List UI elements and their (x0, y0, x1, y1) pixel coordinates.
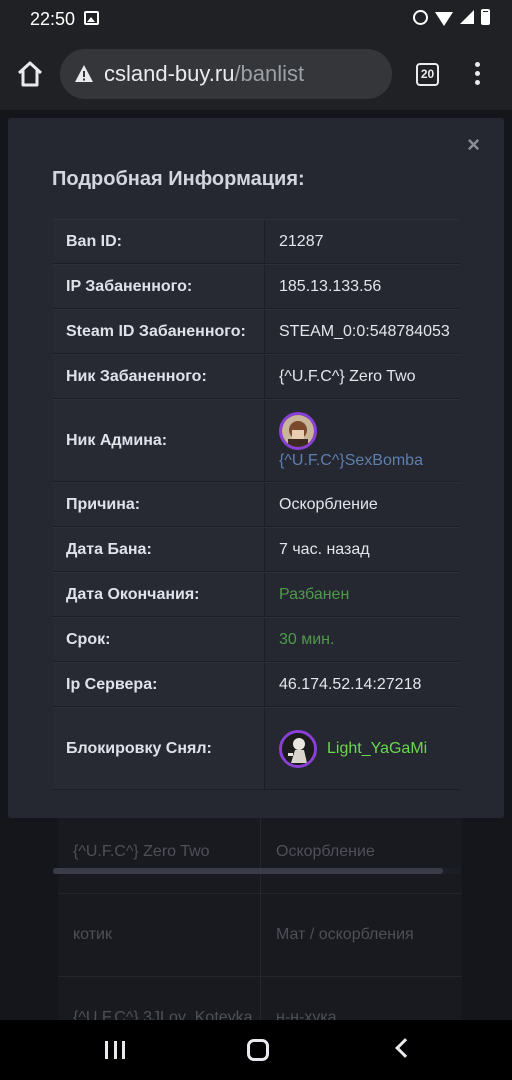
row-value: STEAM_0:0:548784053 (279, 322, 450, 340)
info-row-ban-id: Ban ID: 21287 (53, 219, 460, 264)
row-label: Ник Админа: (53, 400, 265, 481)
row-value: 46.174.52.14:27218 (279, 675, 422, 693)
tab-switcher-button[interactable]: 20 (416, 63, 439, 86)
modal-title: Подробная Информация: (52, 168, 305, 190)
info-row-steam-id: Steam ID Забаненного: STEAM_0:0:54878405… (53, 309, 460, 354)
row-value: 185.13.133.56 (279, 277, 382, 295)
unban-admin-name-link[interactable]: Light_YaGaMi (327, 740, 427, 758)
row-value: 7 час. назад (279, 540, 370, 558)
table-row[interactable]: котик Мат / оскорбления (58, 893, 462, 976)
row-value: 21287 (279, 232, 324, 250)
url-text: csland-buy.ru/banlist (104, 61, 304, 87)
row-label: Ban ID: (53, 220, 265, 263)
avatar-image (282, 732, 314, 765)
admin-avatar[interactable] (279, 411, 317, 450)
admin-name-link[interactable]: {^U.F.C^}SexBomba (279, 452, 423, 470)
recents-button[interactable] (105, 1041, 125, 1059)
table-cell-reason: Мат / оскорбления (260, 894, 462, 976)
address-bar[interactable]: csland-buy.ru/banlist (60, 49, 392, 99)
unban-admin-profile[interactable]: Light_YaGaMi (279, 729, 427, 768)
ban-info-table: Ban ID: 21287 IP Забаненного: 185.13.133… (53, 219, 460, 875)
avatar-image (282, 414, 314, 447)
table-cell-reason: н-н-хука (260, 977, 462, 1020)
table-row[interactable]: {^U.F.C^} 3JLoy_Koteyka н-н-хука (58, 976, 462, 1020)
home-button[interactable] (14, 58, 46, 90)
info-row-server-ip: Ip Сервера: 46.174.52.14:27218 (53, 662, 460, 707)
row-value: {^U.F.C^}SexBomba (265, 400, 460, 481)
alarm-icon (413, 9, 428, 25)
info-row-ip: IP Забаненного: 185.13.133.56 (53, 264, 460, 309)
close-icon[interactable]: × (467, 132, 480, 158)
table-cell-nick: котик (58, 894, 260, 976)
row-label: Срок: (53, 618, 265, 661)
info-row-duration: Срок: 30 мин. (53, 617, 460, 662)
info-row-unbanned-by: Блокировку Снял: Light_YaGaMi (53, 707, 460, 790)
wifi-icon (435, 12, 453, 26)
row-value: {^U.F.C^} Zero Two (279, 367, 416, 385)
info-row-reason: Причина: Оскорбление (53, 482, 460, 527)
row-label: Ник Забаненного: (53, 355, 265, 398)
status-time: 22:50 (30, 9, 76, 29)
row-label: IP Забаненного: (53, 265, 265, 308)
info-row-nick: Ник Забаненного: {^U.F.C^} Zero Two (53, 354, 460, 399)
row-label: Дата Окончания: (53, 573, 265, 616)
row-value: Разбанен (279, 585, 350, 603)
status-icons (413, 9, 490, 26)
table-scrollbar[interactable] (53, 868, 460, 874)
browser-menu-button[interactable] (470, 62, 484, 88)
row-value: Оскорбление (279, 495, 378, 513)
back-button[interactable] (395, 1038, 415, 1058)
warning-icon[interactable] (74, 64, 94, 84)
row-value: 30 мин. (279, 630, 335, 648)
ban-details-modal: × Подробная Информация: Ban ID: 21287 IP… (8, 118, 504, 874)
row-label: Дата Бана: (53, 528, 265, 571)
row-label: Ip Сервера: (53, 663, 265, 706)
info-row-end-date: Дата Окончания: Разбанен (53, 572, 460, 617)
info-row-ban-date: Дата Бана: 7 час. назад (53, 527, 460, 572)
admin-profile[interactable]: {^U.F.C^}SexBomba (279, 411, 423, 470)
signal-icon (460, 10, 474, 24)
scrollbar-thumb[interactable] (53, 868, 443, 874)
navigation-bar (0, 1020, 512, 1080)
status-bar: 22:50 (0, 0, 512, 38)
home-icon (17, 61, 43, 87)
table-cell-nick: {^U.F.C^} 3JLoy_Koteyka (58, 977, 260, 1020)
unban-admin-avatar[interactable] (279, 729, 317, 768)
row-label: Steam ID Забаненного: (53, 310, 265, 353)
battery-icon (481, 9, 490, 25)
row-label: Причина: (53, 483, 265, 526)
browser-toolbar: csland-buy.ru/banlist 20 (0, 38, 512, 110)
url-path: /banlist (234, 61, 305, 86)
info-row-admin: Ник Админа: {^U.F.C^}SexBomba (53, 399, 460, 482)
url-domain: csland-buy.ru (104, 61, 235, 86)
row-value: Light_YaGaMi (265, 708, 460, 789)
home-nav-button[interactable] (247, 1039, 269, 1061)
gallery-icon (84, 11, 99, 25)
row-label: Блокировку Снял: (53, 708, 265, 789)
